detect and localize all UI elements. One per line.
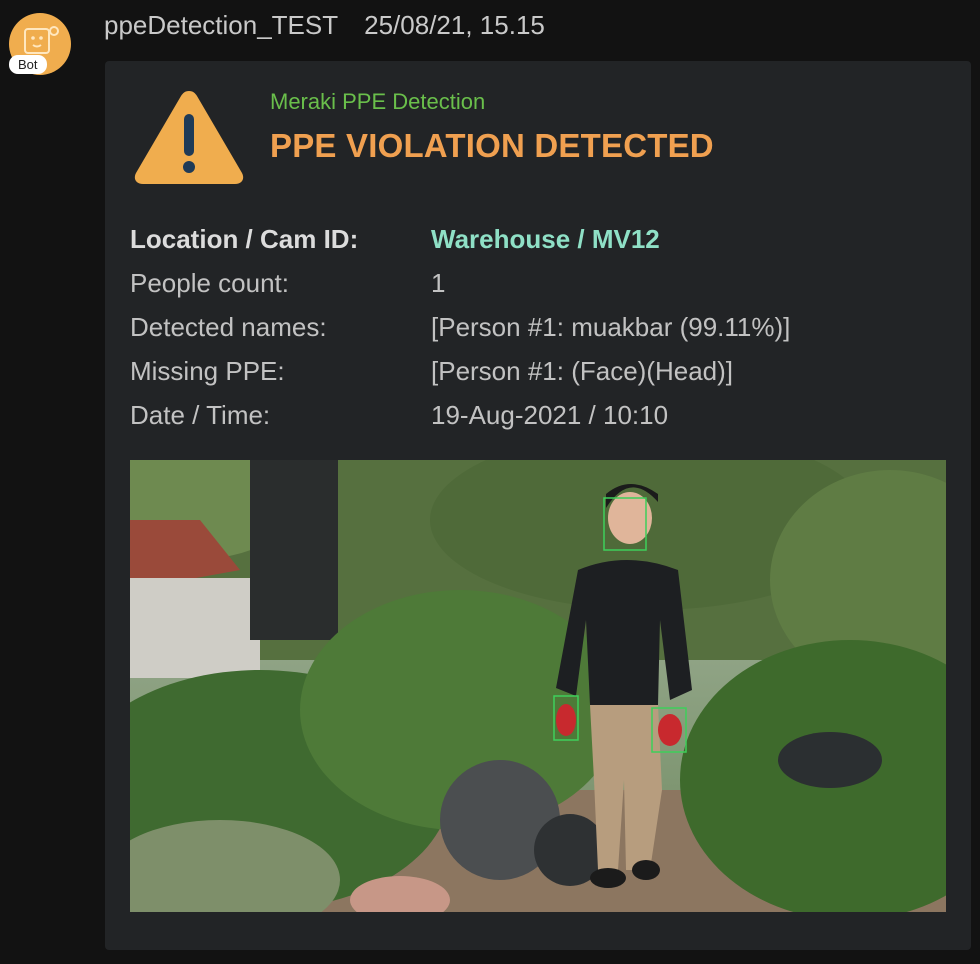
adaptive-card: Meraki PPE Detection PPE VIOLATION DETEC… [105, 61, 971, 950]
fact-value: Warehouse / MV12 [431, 224, 660, 254]
fact-label: Date / Time: [130, 400, 271, 430]
fact-label: Detected names: [130, 312, 327, 342]
snapshot-illustration [130, 460, 946, 912]
fact-value: 19-Aug-2021 / 10:10 [431, 400, 669, 430]
message-header: ppeDetection_TEST 25/08/21, 15.15 [104, 10, 545, 41]
fact-label: Missing PPE: [130, 356, 285, 386]
card-source: Meraki PPE Detection [270, 89, 486, 114]
warning-icon [134, 91, 244, 184]
camera-snapshot-image[interactable] [130, 460, 946, 912]
message-timestamp: 25/08/21, 15.15 [364, 10, 545, 40]
fact-set: Location / Cam ID: Warehouse / MV12 Peop… [130, 224, 790, 444]
fact-row-detected-names: Detected names: [Person #1: muakbar (99.… [130, 312, 790, 356]
fact-row-missing-ppe: Missing PPE: [Person #1: (Face)(Head)] [130, 356, 790, 400]
fact-row-location: Location / Cam ID: Warehouse / MV12 [130, 224, 790, 268]
bot-badge: Bot [9, 55, 47, 74]
fact-value: 1 [431, 268, 446, 298]
card-title: PPE VIOLATION DETECTED [270, 127, 714, 164]
sender-name[interactable]: ppeDetection_TEST [104, 10, 338, 40]
fact-label: Location / Cam ID: [130, 224, 359, 254]
fact-row-people-count: People count: 1 [130, 268, 790, 312]
fact-value: [Person #1: (Face)(Head)] [431, 356, 734, 386]
fact-row-date-time: Date / Time: 19-Aug-2021 / 10:10 [130, 400, 790, 444]
fact-label: People count: [130, 268, 290, 298]
fact-value: [Person #1: muakbar (99.11%)] [431, 312, 791, 342]
